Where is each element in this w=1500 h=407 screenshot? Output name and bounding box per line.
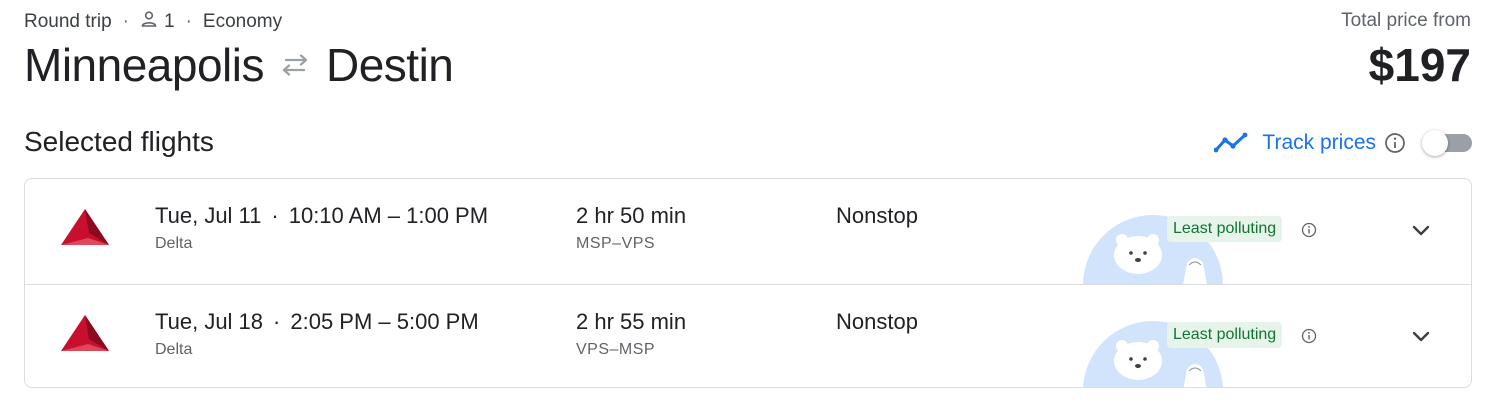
- airline-name: Delta: [155, 235, 193, 252]
- least-polluting-badge: Least polluting: [1167, 216, 1283, 242]
- airline-name: Delta: [155, 341, 193, 358]
- toggle-knob: [1422, 130, 1448, 156]
- route-title: Minneapolis Destin: [24, 38, 454, 92]
- section-title: Selected flights: [24, 126, 214, 157]
- flight-time-range: 10:10 AM – 1:00 PM: [288, 203, 489, 228]
- selected-flights-card: Tue, Jul 11 · 10:10 AM – 1:00 PM Delta 2 h…: [24, 178, 1472, 388]
- cabin-class[interactable]: Economy: [203, 11, 282, 33]
- flight-duration: 2 hr 55 min: [576, 309, 687, 334]
- info-icon[interactable]: [1301, 328, 1317, 344]
- flight-stops: Nonstop: [836, 203, 918, 228]
- price-label: Total price from: [1341, 10, 1471, 31]
- separator-dot: ·: [271, 203, 279, 228]
- track-prices-toggle[interactable]: [1422, 129, 1472, 157]
- flight-date: Tue, Jul 18: [155, 309, 264, 334]
- flight-date: Tue, Jul 11: [155, 203, 262, 228]
- chevron-down-icon[interactable]: [1407, 323, 1435, 351]
- destination-city: Destin: [325, 39, 454, 91]
- passenger-count: 1: [164, 11, 175, 32]
- flight-time-range: 2:05 PM – 5:00 PM: [290, 309, 479, 334]
- delta-logo-icon: [59, 207, 111, 252]
- track-prices[interactable]: Track prices: [1214, 126, 1472, 160]
- separator-dot: ·: [122, 11, 129, 32]
- flight-times: Tue, Jul 11 · 10:10 AM – 1:00 PM: [155, 203, 488, 229]
- total-price: $197: [1368, 39, 1471, 91]
- info-icon[interactable]: [1301, 222, 1317, 238]
- trip-summary: Round trip · 1 · Economy: [24, 10, 282, 34]
- track-prices-label[interactable]: Track prices: [1262, 131, 1376, 155]
- origin-city: Minneapolis: [24, 39, 264, 91]
- passenger-selector[interactable]: 1: [140, 10, 175, 34]
- trend-line-icon: [1214, 132, 1248, 154]
- info-icon[interactable]: [1384, 132, 1406, 154]
- flight-stops: Nonstop: [836, 309, 918, 334]
- separator-dot: ·: [185, 11, 192, 32]
- flight-duration: 2 hr 50 min: [576, 203, 687, 228]
- person-icon: [140, 10, 158, 34]
- least-polluting-badge: Least polluting: [1167, 322, 1283, 348]
- flight-times: Tue, Jul 18 · 2:05 PM – 5:00 PM: [155, 309, 479, 335]
- trip-type[interactable]: Round trip: [24, 11, 112, 33]
- flight-airports: VPS–MSP: [576, 341, 656, 358]
- flight-row-outbound[interactable]: Tue, Jul 11 · 10:10 AM – 1:00 PM Delta 2 h…: [25, 179, 1471, 285]
- swap-arrows-icon: [280, 54, 310, 76]
- delta-logo-icon: [59, 313, 111, 358]
- separator-dot: ·: [273, 309, 281, 334]
- flight-row-return[interactable]: Tue, Jul 18 · 2:05 PM – 5:00 PM Delta 2 hr…: [25, 284, 1471, 387]
- chevron-down-icon[interactable]: [1407, 217, 1435, 245]
- flight-airports: MSP–VPS: [576, 235, 656, 252]
